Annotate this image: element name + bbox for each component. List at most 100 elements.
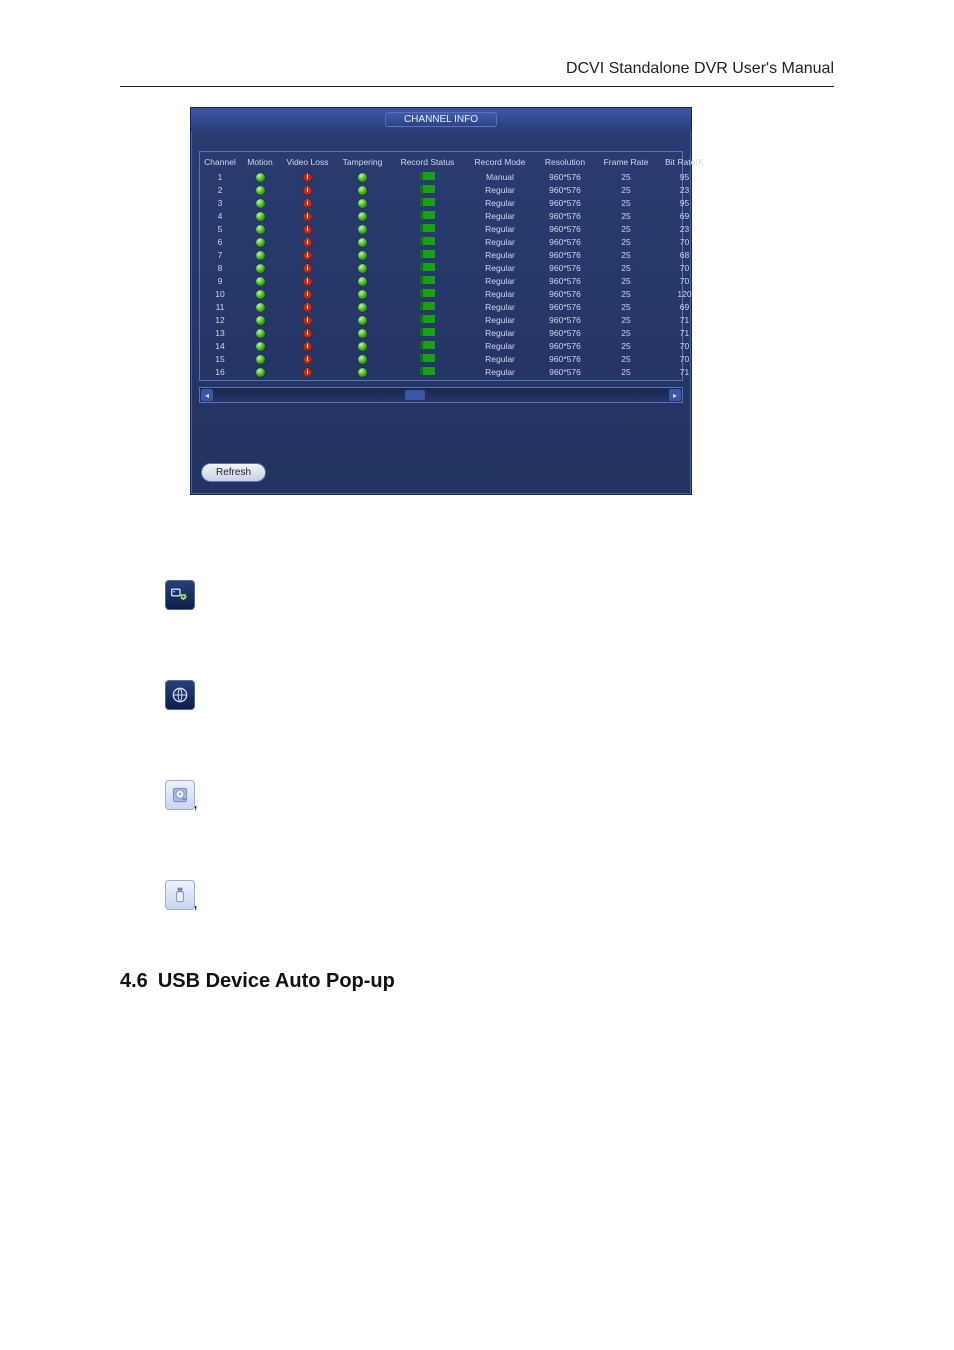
col-videoloss: Video Loss	[280, 156, 335, 168]
status-dot-green	[256, 368, 265, 377]
status-dot-green	[256, 303, 265, 312]
col-framerate: Frame Rate	[595, 156, 657, 168]
cell-resolution: 960*576	[535, 340, 595, 352]
cell-motion	[240, 210, 280, 222]
record-icon	[420, 263, 435, 271]
cell-motion	[240, 340, 280, 352]
cell-videoloss	[280, 353, 335, 365]
cell-motion	[240, 366, 280, 378]
status-dot-green	[256, 290, 265, 299]
cell-tampering	[335, 353, 390, 365]
record-icon	[420, 224, 435, 232]
network-icon	[165, 680, 195, 710]
status-dot-green	[358, 173, 367, 182]
table-row: 4Regular960*5762569	[200, 209, 682, 222]
table-row: 9Regular960*5762570	[200, 274, 682, 287]
cell-videoloss	[280, 314, 335, 326]
cell-videoloss	[280, 275, 335, 287]
cell-bitrate: 71	[657, 314, 712, 326]
cell-recordstatus	[390, 327, 465, 339]
cell-recordmode: Regular	[465, 275, 535, 287]
cell-channel: 6	[200, 236, 240, 248]
cell-recordmode: Regular	[465, 249, 535, 261]
cell-videoloss	[280, 327, 335, 339]
cell-recordmode: Regular	[465, 366, 535, 378]
cell-recordstatus	[390, 353, 465, 365]
record-icon	[420, 315, 435, 323]
table-row: 11Regular960*5762569	[200, 300, 682, 313]
cell-channel: 11	[200, 301, 240, 313]
cell-resolution: 960*576	[535, 275, 595, 287]
cell-recordmode: Regular	[465, 236, 535, 248]
scroll-thumb[interactable]	[405, 390, 425, 400]
cell-framerate: 25	[595, 223, 657, 235]
status-dot-green	[358, 290, 367, 299]
cell-tampering	[335, 340, 390, 352]
cell-framerate: 25	[595, 353, 657, 365]
table-row: 2Regular960*5762523	[200, 183, 682, 196]
cell-tampering	[335, 288, 390, 300]
cell-recordmode: Regular	[465, 210, 535, 222]
cell-tampering	[335, 197, 390, 209]
record-icon	[420, 185, 435, 193]
status-dot-alert	[303, 251, 312, 260]
cell-bitrate: 68	[657, 249, 712, 261]
cell-resolution: 960*576	[535, 184, 595, 196]
cell-bitrate: 71	[657, 327, 712, 339]
cell-recordstatus	[390, 210, 465, 222]
cell-recordstatus	[390, 275, 465, 287]
cell-tampering	[335, 210, 390, 222]
table-row: 15Regular960*5762570	[200, 352, 682, 365]
record-icon	[420, 367, 435, 375]
status-dot-green	[256, 277, 265, 286]
cell-motion	[240, 327, 280, 339]
cell-recordmode: Regular	[465, 340, 535, 352]
cell-bitrate: 69	[657, 210, 712, 222]
section-heading: 4.6USB Device Auto Pop-up	[120, 970, 834, 993]
status-dot-alert	[303, 290, 312, 299]
scroll-track[interactable]	[215, 390, 667, 400]
cell-recordmode: Regular	[465, 262, 535, 274]
col-channel: Channel	[200, 156, 240, 168]
status-dot-green	[358, 342, 367, 351]
cell-resolution: 960*576	[535, 223, 595, 235]
cell-channel: 8	[200, 262, 240, 274]
status-dot-alert	[303, 173, 312, 182]
cell-tampering	[335, 184, 390, 196]
cell-motion	[240, 249, 280, 261]
refresh-button[interactable]: Refresh	[201, 463, 266, 482]
status-dot-green	[358, 277, 367, 286]
cell-motion	[240, 236, 280, 248]
cell-framerate: 25	[595, 249, 657, 261]
record-icon	[420, 289, 435, 297]
cell-framerate: 25	[595, 301, 657, 313]
status-dot-green	[256, 355, 265, 364]
horizontal-scrollbar[interactable]: ◂ ▸	[199, 387, 683, 403]
cell-channel: 5	[200, 223, 240, 235]
window-titlebar: CHANNEL INFO	[191, 108, 691, 131]
col-tampering: Tampering	[335, 156, 390, 168]
cell-channel: 16	[200, 366, 240, 378]
cell-channel: 7	[200, 249, 240, 261]
scroll-right-icon[interactable]: ▸	[669, 389, 681, 401]
record-icon	[420, 237, 435, 245]
status-dot-alert	[303, 186, 312, 195]
scroll-left-icon[interactable]: ◂	[201, 389, 213, 401]
cell-tampering	[335, 236, 390, 248]
status-dot-green	[256, 316, 265, 325]
cell-recordstatus	[390, 223, 465, 235]
col-motion: Motion	[240, 156, 280, 168]
cell-recordmode: Manual	[465, 171, 535, 183]
cell-motion	[240, 171, 280, 183]
manual-header: DCVI Standalone DVR User's Manual	[120, 60, 834, 78]
status-dot-green	[256, 173, 265, 182]
hdd-icon	[165, 780, 195, 810]
status-dot-green	[358, 238, 367, 247]
cell-resolution: 960*576	[535, 262, 595, 274]
status-dot-alert	[303, 329, 312, 338]
cell-bitrate: 70	[657, 275, 712, 287]
cell-motion	[240, 275, 280, 287]
status-dot-green	[358, 264, 367, 273]
cell-framerate: 25	[595, 236, 657, 248]
status-dot-alert	[303, 212, 312, 221]
